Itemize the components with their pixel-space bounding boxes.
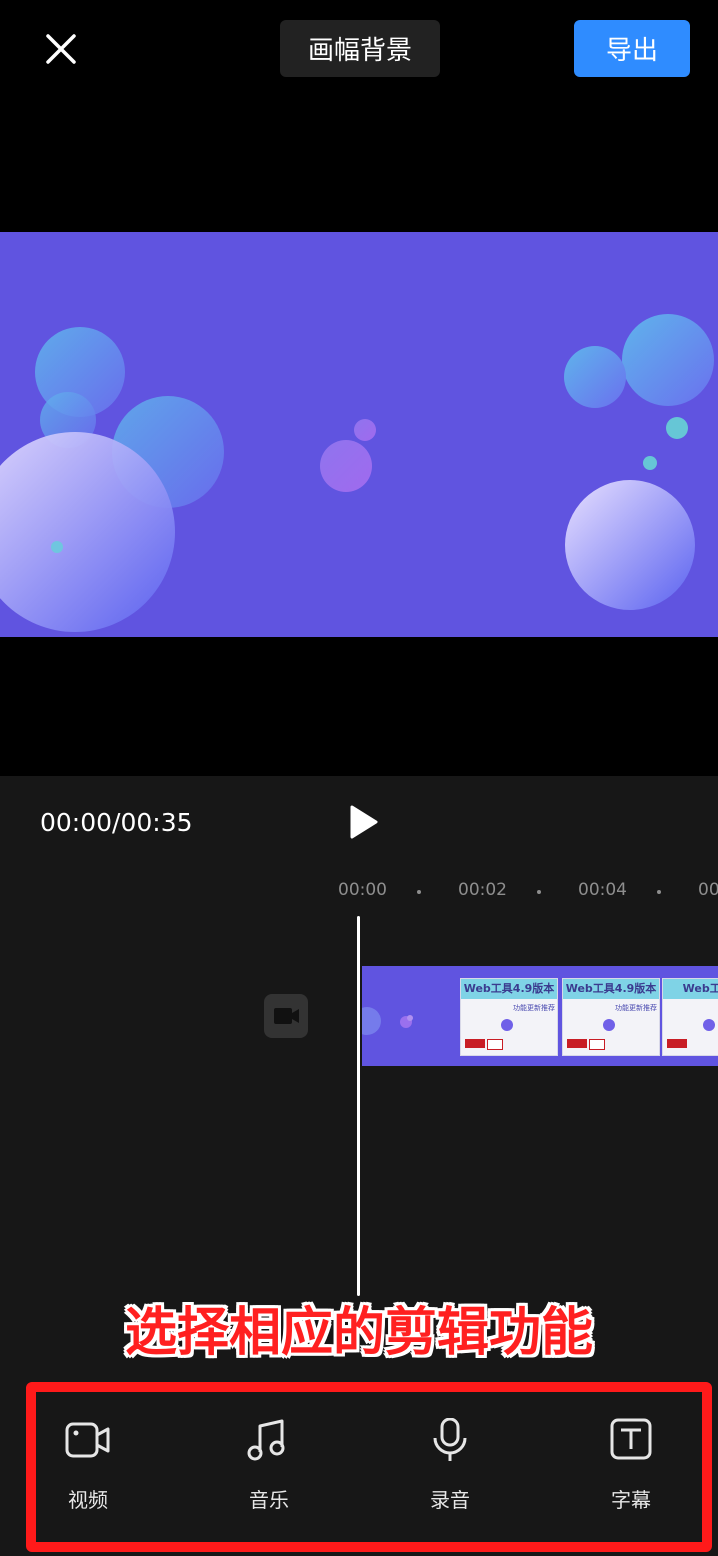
preview-image: [0, 232, 718, 637]
video-camera-icon: [65, 1422, 110, 1458]
frame-logo-alt: [589, 1039, 605, 1050]
frame-subtitle: 功能更新推荐: [615, 1004, 657, 1012]
clip-frame: Web工具4: [662, 978, 718, 1056]
text-box-icon: [610, 1418, 652, 1460]
play-icon: [350, 805, 378, 839]
frame-logo-alt: [487, 1039, 503, 1050]
tool-record-label: 录音: [430, 1488, 470, 1512]
clip-frame: Web工具4.9版本 功能更新推荐: [562, 978, 660, 1056]
close-button[interactable]: [40, 28, 82, 70]
clip-thumb-first: [362, 966, 462, 1066]
tool-record[interactable]: 录音: [400, 1418, 500, 1518]
video-track-toggle[interactable]: [264, 994, 308, 1038]
export-button[interactable]: 导出: [574, 20, 690, 77]
top-bar: 画幅背景 导出: [0, 0, 718, 100]
frame-title: Web工具4: [663, 979, 718, 999]
video-clip[interactable]: Web工具4.9版本 功能更新推荐 Web工具4.9版本 功能更新推荐 Web工…: [362, 966, 718, 1066]
frame-logo: [567, 1039, 587, 1048]
timecode: 00:00/00:35: [40, 808, 193, 837]
ruler-tick: 00:00: [338, 880, 387, 900]
frame-ball: [603, 1019, 615, 1031]
play-button[interactable]: [345, 804, 381, 840]
tool-subtitle[interactable]: 字幕: [581, 1418, 681, 1518]
ruler-dot: [417, 890, 421, 894]
frame-ball: [501, 1019, 513, 1031]
close-icon: [46, 34, 76, 64]
frame-logo: [465, 1039, 485, 1048]
tool-music-label: 音乐: [249, 1488, 289, 1512]
ruler-dot: [537, 890, 541, 894]
frame-subtitle: 功能更新推荐: [513, 1004, 555, 1012]
video-track-icon: [274, 1008, 299, 1024]
tool-video-label: 视频: [68, 1488, 108, 1512]
time-ruler[interactable]: 00:00 00:02 00:04 00: [0, 880, 718, 910]
tool-subtitle-label: 字幕: [611, 1488, 651, 1512]
tool-video[interactable]: 视频: [38, 1418, 138, 1518]
frame-title: Web工具4.9版本: [563, 979, 659, 999]
playhead[interactable]: [357, 916, 360, 1296]
ruler-tick: 00:02: [458, 880, 507, 900]
tool-music[interactable]: 音乐: [219, 1418, 319, 1518]
music-note-icon: [247, 1419, 285, 1461]
ruler-tick: 00: [698, 880, 718, 900]
ruler-dot: [657, 890, 661, 894]
frame-title: Web工具4.9版本: [461, 979, 557, 999]
frame-logo: [667, 1039, 687, 1048]
canvas-background-title[interactable]: 画幅背景: [280, 20, 440, 77]
annotation-caption: 选择相应的剪辑功能: [124, 1303, 593, 1363]
bottom-toolbar: 视频 音乐 录音 字幕: [0, 1400, 718, 1530]
video-preview[interactable]: [0, 232, 718, 637]
clip-frame: Web工具4.9版本 功能更新推荐: [460, 978, 558, 1056]
frame-ball: [703, 1019, 715, 1031]
ruler-tick: 00:04: [578, 880, 627, 900]
microphone-icon: [433, 1418, 467, 1461]
